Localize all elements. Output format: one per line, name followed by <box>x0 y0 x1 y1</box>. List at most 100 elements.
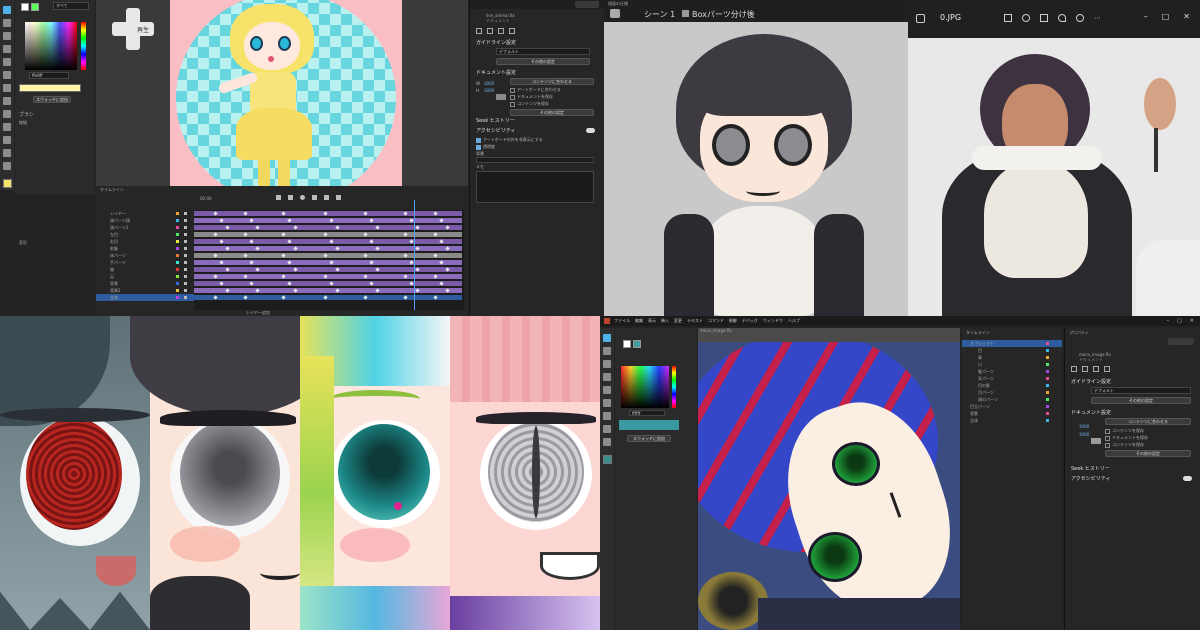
menu-item[interactable]: ファイル <box>614 318 630 324</box>
hue-slider[interactable] <box>81 22 86 70</box>
menu-item[interactable]: ヘルプ <box>788 318 800 324</box>
br-hex-field[interactable]: ffffff <box>629 410 665 416</box>
layer-row[interactable]: 顔パーツ顔 <box>96 217 194 224</box>
layer-row[interactable]: 左目 <box>96 231 194 238</box>
frame-track[interactable] <box>194 267 462 272</box>
frame-icon[interactable] <box>476 28 482 34</box>
br-frame-icon[interactable] <box>1071 366 1077 372</box>
layer-row[interactable]: 足 <box>96 273 194 280</box>
layer-row[interactable]: 背景 <box>96 280 194 287</box>
layer-visibility-icon[interactable] <box>184 240 187 243</box>
doc-h-value[interactable]: 3000 <box>484 88 494 93</box>
br-stroke-color[interactable] <box>633 340 641 348</box>
layer-visibility-icon[interactable] <box>184 289 187 292</box>
br-fit-content-button[interactable]: コンテンツに合わせる <box>1105 418 1191 425</box>
br-layer-row[interactable]: 顔のパーツ <box>962 396 1062 403</box>
color-mode-dropdown[interactable]: すべて <box>53 2 89 10</box>
frame-track[interactable] <box>194 211 462 216</box>
menu-item[interactable]: 編集 <box>635 318 643 324</box>
frame-track[interactable] <box>194 260 462 265</box>
menu-item[interactable]: デバッグ <box>742 318 758 324</box>
br-object-icon[interactable] <box>1104 366 1110 372</box>
br-rect-tool-icon[interactable] <box>603 412 611 420</box>
maximize-icon[interactable]: □ <box>1162 12 1170 21</box>
br-close-icon[interactable]: ✕ <box>1190 318 1194 324</box>
br-guide-more-button[interactable]: その他の設定 <box>1091 397 1191 404</box>
br-layer-row[interactable]: 鼻 <box>962 354 1062 361</box>
br-layer-row[interactable]: 目 <box>962 347 1062 354</box>
br-hue-slider[interactable] <box>672 366 676 408</box>
menu-item[interactable]: 挿入 <box>661 318 669 324</box>
br-layer-row[interactable]: 目の影 <box>962 382 1062 389</box>
layer-visibility-icon[interactable] <box>184 219 187 222</box>
info-icon[interactable] <box>1076 14 1084 22</box>
br-layer-row[interactable]: 背景 <box>962 410 1062 417</box>
layer-visibility-icon[interactable] <box>184 261 187 264</box>
back-arrow-icon[interactable] <box>610 9 620 18</box>
br-brush-tool-icon[interactable] <box>603 373 611 381</box>
pen-tool-icon[interactable] <box>3 32 11 40</box>
accessibility-toggle[interactable] <box>586 128 595 133</box>
line-tool-icon[interactable] <box>3 110 11 118</box>
br-minimize-icon[interactable]: – <box>1167 318 1170 324</box>
layer-row[interactable]: 服 <box>96 266 194 273</box>
br-eraser-tool-icon[interactable] <box>603 386 611 394</box>
more-icon[interactable]: ⋯ <box>1094 14 1102 22</box>
layer-row[interactable]: 背景2 <box>96 287 194 294</box>
layer-row[interactable]: 手パーツ <box>96 259 194 266</box>
layer-visibility-icon[interactable] <box>184 282 187 285</box>
menu-item[interactable]: 表示 <box>648 318 656 324</box>
brush-tool-icon[interactable] <box>3 45 11 53</box>
access-option-2[interactable]: 透明度 <box>476 144 495 150</box>
hex-field[interactable]: ffe8ff <box>29 72 69 79</box>
menu-item[interactable]: ウィンドウ <box>763 318 783 324</box>
play-icon[interactable] <box>300 195 305 200</box>
hand-tool-icon[interactable] <box>3 136 11 144</box>
window-tab[interactable]: 描画の仕様 <box>608 1 628 6</box>
menu-item[interactable]: コマンド <box>708 318 724 324</box>
zoom-tool-icon[interactable] <box>3 149 11 157</box>
symbol-icon[interactable] <box>487 28 493 34</box>
stage-canvas[interactable] <box>170 0 402 204</box>
bucket-tool-icon[interactable] <box>3 84 11 92</box>
layer-row[interactable]: 顔パーツ2 <box>96 224 194 231</box>
fill-swatch[interactable] <box>21 3 29 11</box>
br-doc-h-value[interactable]: 3000 <box>1079 432 1089 437</box>
frame-track[interactable] <box>194 295 462 300</box>
breadcrumb-scene[interactable]: シーン 1 <box>644 9 675 20</box>
guide-section-title[interactable]: ガイドライン設定 <box>476 40 516 46</box>
background-field[interactable] <box>476 157 594 163</box>
loop-icon[interactable] <box>336 195 341 200</box>
br-symbol-icon[interactable] <box>1082 366 1088 372</box>
layer-visibility-icon[interactable] <box>184 233 187 236</box>
br-accessibility-toggle[interactable] <box>1183 476 1192 481</box>
layer-row[interactable]: レイヤー <box>96 210 194 217</box>
br-maximize-icon[interactable]: □ <box>1177 318 1182 324</box>
playhead[interactable] <box>414 200 415 310</box>
br-layer-row[interactable]: 目パーツ <box>962 389 1062 396</box>
layer-visibility-icon[interactable] <box>184 268 187 271</box>
br-layer-row[interactable]: オブジェクト <box>962 340 1062 347</box>
favorite-icon[interactable] <box>1058 14 1066 22</box>
br-pen-tool-icon[interactable] <box>603 360 611 368</box>
br-doc-tab[interactable]: moco_image.fla <box>700 328 732 333</box>
minimize-icon[interactable]: – <box>1144 12 1148 21</box>
br-fill-color[interactable] <box>623 340 631 348</box>
layer-row[interactable]: 右目 <box>96 238 194 245</box>
layer-visibility-icon[interactable] <box>184 275 187 278</box>
document-section-title[interactable]: ドキュメント設定 <box>476 70 516 76</box>
doc-option-3[interactable]: コンテンツを保存 <box>510 101 549 107</box>
rect-tool-icon[interactable] <box>3 123 11 131</box>
br-guide-section-title[interactable]: ガイドライン設定 <box>1071 379 1111 385</box>
memo-textarea[interactable] <box>476 171 594 203</box>
pencil-tool-icon[interactable] <box>3 58 11 66</box>
layer-visibility-icon[interactable] <box>184 212 187 215</box>
document-tab[interactable] <box>575 1 599 8</box>
object-icon[interactable] <box>509 28 515 34</box>
br-subselect-tool-icon[interactable] <box>603 347 611 355</box>
br-zoom-tool-icon[interactable] <box>603 438 611 446</box>
frame-track[interactable] <box>194 281 462 286</box>
fit-content-button[interactable]: コンテンツに合わせる <box>510 78 594 85</box>
br-hand-tool-icon[interactable] <box>603 425 611 433</box>
br-fill-swatch[interactable] <box>602 455 612 464</box>
